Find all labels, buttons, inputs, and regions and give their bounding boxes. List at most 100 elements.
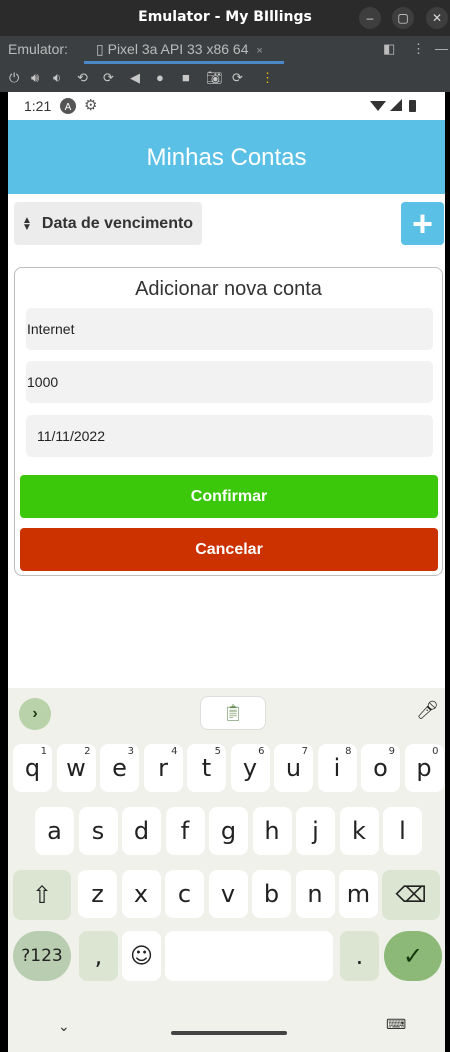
key-e[interactable]: e3 [100,744,139,792]
key-label: i [333,754,341,782]
window-mode-icon[interactable]: ◧ [383,41,395,57]
cell-signal-icon [390,99,402,111]
tab-device-label: Pixel 3a API 33 x86 64 [107,41,249,57]
key-number-hint: 9 [388,746,395,757]
space-key[interactable] [165,931,333,981]
key-t[interactable]: t5 [187,744,226,792]
key-j[interactable]: j [296,807,335,855]
key-label: q [24,754,41,782]
key-g[interactable]: g [209,807,248,855]
chevron-right-icon[interactable]: › [19,698,51,730]
soft-keyboard: › 📋︎ 🎤︎ ⇧ ⌫ ?123 , ☺ . ✓ ⌄ ⌨ q1w2e3r4t5y… [8,688,445,1052]
key-k[interactable]: k [339,807,379,855]
key-n[interactable]: n [295,870,335,918]
camera-icon[interactable]: 📷︎ [206,70,223,86]
symbols-key[interactable]: ?123 [13,931,71,981]
shift-key[interactable]: ⇧ [13,870,71,920]
app-title: Minhas Contas [146,144,307,171]
window-title: Emulator - My BIllings [138,9,312,25]
key-z[interactable]: z [78,870,117,918]
snapshot-icon[interactable]: ⟳ [232,70,243,86]
gesture-nav-bar[interactable] [171,1031,287,1035]
new-bill-form: Adicionar nova conta Internet 1000 11/11… [14,267,443,576]
enter-key[interactable]: ✓ [384,931,442,981]
more-icon[interactable]: ⋮ [261,70,274,86]
key-o[interactable]: o9 [361,744,400,792]
back-icon[interactable]: ◀ [130,70,140,86]
key-label: p [416,754,432,782]
emulator-toolbar: ⏻ 🔊︎ 🔉︎ ⟲ ⟳ ◀ ● ■ 📷︎ ⟳ ⋮ [0,64,450,92]
key-l[interactable]: l [383,807,422,855]
rotate-left-icon[interactable]: ⟲ [77,70,88,86]
bill-due-date-field[interactable]: 11/11/2022 [26,415,433,457]
device-icon: ▯ [96,41,104,57]
sort-label: Data de vencimento [41,214,194,232]
period-key[interactable]: . [340,931,379,981]
volume-up-icon[interactable]: 🔊︎ [31,70,39,86]
key-number-hint: 2 [84,746,91,757]
tab-close-icon[interactable]: × [256,45,262,57]
volume-down-icon[interactable]: 🔉︎ [53,70,61,86]
key-w[interactable]: w2 [56,744,96,792]
minimize-panel-icon[interactable]: — [435,41,448,56]
key-c[interactable]: c [165,870,204,918]
key-number-hint: 6 [258,746,265,757]
form-title: Adicionar nova conta [135,278,322,300]
tab-device[interactable]: ▯ Pixel 3a API 33 x86 64 × [84,36,284,64]
bill-amount-field[interactable]: 1000 [26,361,433,403]
key-label: e [112,754,127,782]
key-s[interactable]: s [78,807,118,855]
key-number-hint: 4 [171,746,178,757]
key-number-hint: 7 [301,746,308,757]
key-label: w [66,754,86,782]
emulator-tabbar: Emulator: ▯ Pixel 3a API 33 x86 64 × ◧ ⋮… [0,36,450,64]
key-label: y [242,754,258,782]
add-bill-button[interactable]: + [401,202,444,245]
overview-icon[interactable]: ■ [182,70,190,85]
svg-text:A: A [65,102,72,113]
key-p[interactable]: p0 [404,744,444,792]
rotate-right-icon[interactable]: ⟳ [103,70,114,86]
key-number-hint: 3 [127,746,134,757]
more-options-icon[interactable]: ⋮ [412,41,425,57]
keyboard-switch-icon[interactable]: ⌨ [386,1016,406,1033]
backspace-key[interactable]: ⌫ [382,870,440,920]
key-h[interactable]: h [252,807,292,855]
key-y[interactable]: y6 [230,744,270,792]
key-b[interactable]: b [252,870,291,918]
android-icon: A [60,98,76,114]
key-a[interactable]: a [35,807,74,855]
status-time: 1:21 [24,98,52,114]
key-f[interactable]: f [165,807,205,855]
minimize-icon[interactable]: – [359,7,381,29]
home-icon[interactable]: ● [156,70,164,85]
bill-name-field[interactable]: Internet [26,308,433,350]
key-i[interactable]: i8 [317,744,357,792]
settings-icon: ⚙ [84,97,98,114]
key-r[interactable]: r4 [143,744,183,792]
key-label: u [285,754,302,782]
confirm-button[interactable]: Confirmar [20,475,438,518]
close-icon[interactable]: ✕ [426,7,448,29]
key-label: r [158,754,168,782]
power-icon[interactable]: ⏻ [9,70,19,86]
key-u[interactable]: u7 [274,744,313,792]
window-titlebar: Emulator - My BIllings – ▢ ✕ [0,0,450,36]
key-x[interactable]: x [121,870,161,918]
app-bar: Minhas Contas [8,120,445,194]
microphone-icon[interactable]: 🎤︎ [416,700,439,721]
clipboard-icon[interactable]: 📋︎ [200,696,266,730]
key-q[interactable]: q1 [13,744,52,792]
cancel-button[interactable]: Cancelar [20,528,438,571]
sort-by-due-date-button[interactable]: ▲ ▼ Data de vencimento [14,202,202,245]
key-v[interactable]: v [208,870,248,918]
key-number-hint: 5 [214,746,221,757]
hide-keyboard-icon[interactable]: ⌄ [58,1018,70,1035]
key-d[interactable]: d [122,807,161,855]
emoji-key[interactable]: ☺ [122,931,161,981]
key-m[interactable]: m [339,870,378,918]
key-number-hint: 0 [432,746,439,757]
comma-key[interactable]: , [79,931,118,981]
maximize-icon[interactable]: ▢ [392,7,414,29]
wifi-icon [370,101,386,111]
